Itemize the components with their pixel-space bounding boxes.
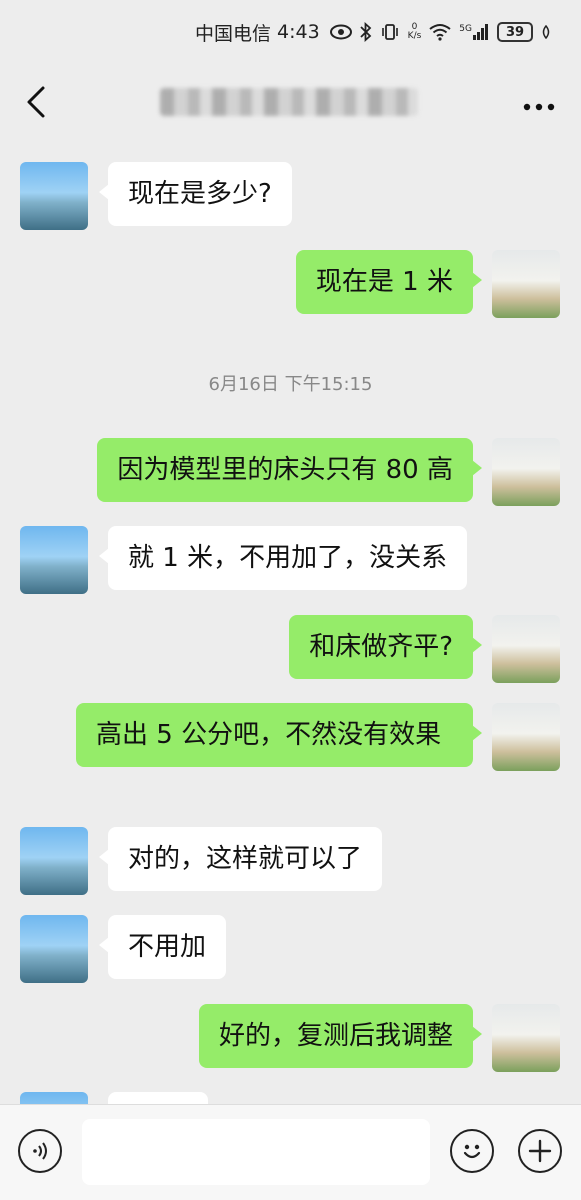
bluetooth-icon <box>360 22 371 42</box>
contact-avatar[interactable] <box>20 915 88 983</box>
contact-avatar[interactable] <box>20 162 88 230</box>
message-bubble[interactable]: 因为模型里的床头只有 80 高 <box>97 438 482 502</box>
contact-avatar[interactable] <box>20 827 88 895</box>
message-input[interactable] <box>82 1119 430 1185</box>
contact-avatar[interactable] <box>20 1092 88 1104</box>
signal-indicator: 5G <box>459 24 489 40</box>
message-bubble[interactable]: 现在是多少? <box>99 162 292 226</box>
emoji-button[interactable] <box>450 1129 494 1173</box>
my-avatar[interactable] <box>492 615 560 683</box>
more-button[interactable] <box>523 88 555 116</box>
emoji-icon <box>463 1144 481 1159</box>
more-dots-icon <box>523 103 555 111</box>
message-bubble-partial[interactable] <box>108 1092 208 1104</box>
message-bubble[interactable]: 不用加 <box>98 915 227 979</box>
eye-icon <box>329 24 352 40</box>
message-bubble[interactable]: 现在是 1 米 <box>295 250 483 314</box>
my-avatar[interactable] <box>492 250 560 318</box>
message-list[interactable]: 现在是多少? 现在是 1 米 6月16日 下午15:15 因为模型里的床头只有 … <box>0 140 581 1104</box>
add-button[interactable] <box>518 1129 562 1173</box>
message-timestamp: 6月16日 下午15:15 <box>208 374 373 395</box>
carrier-label: 中国电信 <box>194 22 271 45</box>
signal-icon <box>473 24 488 40</box>
network-type: 5G <box>459 24 472 34</box>
plus-icon <box>528 1139 552 1163</box>
message-bubble[interactable]: 和床做齐平? <box>289 615 482 679</box>
voice-icon <box>33 1142 47 1160</box>
contact-avatar[interactable] <box>20 526 88 594</box>
chat-header <box>0 64 581 140</box>
my-avatar[interactable] <box>492 703 560 771</box>
battery-icon: 39 <box>497 22 533 42</box>
message-bubble[interactable]: 对的，这样就可以了 <box>98 827 383 891</box>
my-avatar[interactable] <box>492 438 560 506</box>
message-bubble[interactable]: 好的，复测后我调整 <box>198 1004 483 1068</box>
net-speed: 0 K/s <box>408 23 422 41</box>
voice-button[interactable] <box>18 1129 62 1173</box>
clock: 4:43 <box>277 21 320 43</box>
input-bar <box>0 1104 581 1200</box>
my-avatar[interactable] <box>492 1004 560 1072</box>
message-bubble[interactable]: 高出 5 公分吧，不然没有效果 <box>76 703 482 767</box>
chevron-left-icon <box>27 86 45 118</box>
status-icons: 0 K/s 5G 39 <box>329 22 551 42</box>
message-bubble[interactable]: 就 1 米，不用加了，没关系 <box>98 526 468 590</box>
chat-title-blurred <box>160 88 418 116</box>
back-button[interactable] <box>26 82 62 122</box>
net-speed-unit: K/s <box>407 31 422 41</box>
leaf-icon <box>542 25 550 39</box>
vibrate-icon <box>381 24 398 40</box>
wifi-icon <box>429 24 451 41</box>
status-bar: 中国电信 4:43 0 K/s 5G 39 <box>0 0 581 64</box>
